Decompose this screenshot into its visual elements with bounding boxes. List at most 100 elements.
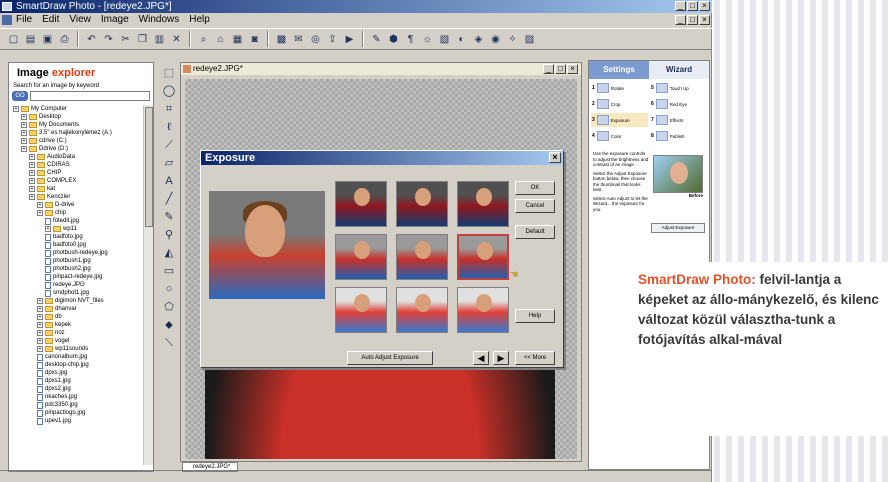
expand-icon[interactable]: +	[29, 162, 35, 168]
home-icon[interactable]: ⌂	[213, 32, 228, 47]
dialog-close-button[interactable]: ×	[549, 152, 561, 163]
polygon-icon[interactable]: ⬠	[162, 300, 176, 314]
wizard-step-exposure[interactable]: 3 Exposure	[591, 113, 648, 127]
sun-icon[interactable]: ☼	[420, 32, 435, 47]
exposure-thumbnail[interactable]	[335, 181, 387, 227]
tree-file-item[interactable]: nkaches.jpg	[13, 393, 141, 401]
close-button[interactable]: ×	[699, 1, 710, 11]
tree-folder-item[interactable]: + Ddrive (D:)	[13, 145, 141, 153]
tree-file-item[interactable]: fotedit.jpg	[13, 217, 141, 225]
brush-icon[interactable]: ✎	[369, 32, 384, 47]
eraser-icon[interactable]: ▱	[162, 156, 176, 170]
exposure-thumbnail[interactable]	[335, 287, 387, 333]
copy-icon[interactable]: ❐	[135, 32, 150, 47]
expand-icon[interactable]: +	[21, 138, 27, 144]
arrow-right-icon[interactable]: ▶	[493, 351, 509, 365]
color-icon[interactable]: ◈	[471, 32, 486, 47]
brush-tool-icon[interactable]: ⟍	[162, 336, 176, 350]
exposure-thumbnail-selected[interactable]	[457, 234, 509, 280]
rect-select-icon[interactable]: ⬚	[162, 66, 176, 80]
expand-icon[interactable]: +	[29, 154, 35, 160]
tree-folder-item[interactable]: + db	[13, 313, 141, 321]
expand-icon[interactable]: +	[37, 306, 43, 312]
tree-folder-item[interactable]: + COMPLEX	[13, 177, 141, 185]
tree-folder-item[interactable]: + My Documents	[13, 121, 141, 129]
expand-icon[interactable]: +	[37, 314, 43, 320]
mdi-minimize-button[interactable]: _	[675, 15, 686, 25]
tree-folder-item[interactable]: + kepek	[13, 321, 141, 329]
lasso-icon[interactable]: ℓ	[162, 120, 176, 134]
tree-folder-item[interactable]: + Kenczler	[13, 193, 141, 201]
expand-icon[interactable]: +	[29, 194, 35, 200]
line-tool-icon[interactable]: ╱	[162, 192, 176, 206]
expand-icon[interactable]: +	[37, 338, 43, 344]
adjust-exposure-button[interactable]: Adjust Exposure	[651, 223, 705, 233]
contrast-icon[interactable]: ◐	[454, 32, 469, 47]
camera-icon[interactable]: ◙	[247, 32, 262, 47]
bucket-icon[interactable]: ◭	[162, 246, 176, 260]
go-button[interactable]: GO	[12, 91, 28, 101]
exposure-thumbnail[interactable]	[457, 181, 509, 227]
tree-folder-item[interactable]: + kat	[13, 185, 141, 193]
tree-file-item[interactable]: photbush-redeye.jpg	[13, 249, 141, 257]
fill-icon[interactable]: ⬥	[162, 318, 176, 332]
explorer-scrollbar[interactable]	[143, 105, 153, 465]
expand-icon[interactable]: +	[37, 330, 43, 336]
keyword-search-input[interactable]	[30, 91, 150, 101]
tab-wizard[interactable]: Wizard	[649, 61, 709, 79]
print-icon[interactable]: ⎙	[57, 32, 72, 47]
menu-image[interactable]: Image	[101, 13, 129, 27]
exposure-thumbnail[interactable]	[335, 234, 387, 280]
tree-file-item[interactable]: photbush2.jpg	[13, 265, 141, 273]
auto-adjust-exposure-button[interactable]: Auto Adjust Exposure	[347, 351, 433, 365]
circle-icon[interactable]: ○	[162, 282, 176, 296]
rectangle-icon[interactable]: ▭	[162, 264, 176, 278]
expand-icon[interactable]: +	[37, 346, 43, 352]
tree-folder-item[interactable]: + D-drive	[13, 201, 141, 209]
wand-icon[interactable]: ✧	[505, 32, 520, 47]
expand-icon[interactable]: +	[21, 146, 27, 152]
tree-file-item[interactable]: dpxs.jpg	[13, 369, 141, 377]
gallery-icon[interactable]: ▦	[230, 32, 245, 47]
exposure-thumbnail[interactable]	[457, 287, 509, 333]
expand-icon[interactable]: +	[21, 122, 27, 128]
tree-folder-item[interactable]: + digimon NVT_files	[13, 297, 141, 305]
tree-file-item[interactable]: upev1.jpg	[13, 417, 141, 425]
minimize-button[interactable]: _	[675, 1, 686, 11]
wizard-step-red-eye[interactable]: 6 Red Eye	[650, 97, 707, 111]
eyedropper-icon[interactable]: ⟋	[162, 138, 176, 152]
tree-file-item[interactable]: smdphot1.jpg	[13, 289, 141, 297]
default-button[interactable]: Default	[515, 225, 555, 239]
scrollbar-thumb[interactable]	[145, 107, 153, 227]
text-tool-icon[interactable]: A	[162, 174, 176, 188]
tree-folder-item[interactable]: + AudioData	[13, 153, 141, 161]
delete-icon[interactable]: ✕	[169, 32, 184, 47]
tree-folder-item[interactable]: + CDIRAS	[13, 161, 141, 169]
wizard-step-crop[interactable]: 2 Crop	[591, 97, 648, 111]
expand-icon[interactable]: +	[29, 186, 35, 192]
tree-file-item[interactable]: badfoto0.jpg	[13, 241, 141, 249]
tree-folder-item[interactable]: + Desktop	[13, 113, 141, 121]
arrow-left-icon[interactable]: ◀	[473, 351, 489, 365]
redeye-icon[interactable]: ◉	[488, 32, 503, 47]
expand-icon[interactable]: +	[21, 114, 27, 120]
tree-file-item[interactable]: pdc3350.jpg	[13, 401, 141, 409]
exposure-thumbnail[interactable]	[396, 287, 448, 333]
doc-maximize-button[interactable]: □	[555, 64, 566, 74]
tree-file-item[interactable]: canonalbum.jpg	[13, 353, 141, 361]
help-button[interactable]: Help	[515, 309, 555, 323]
tree-folder-item[interactable]: + chip	[13, 209, 141, 217]
paste-icon[interactable]: ▥	[152, 32, 167, 47]
undo-icon[interactable]: ↶	[84, 32, 99, 47]
ok-button[interactable]: OK	[515, 181, 555, 195]
cut-icon[interactable]: ✂	[118, 32, 133, 47]
zoom-icon[interactable]: ⌕	[196, 32, 211, 47]
tree-folder-item[interactable]: + wp11	[13, 225, 141, 233]
wizard-step-touch-up[interactable]: 5 Touch Up	[650, 81, 707, 95]
menu-file[interactable]: File	[16, 13, 32, 27]
crop-icon[interactable]: ⌗	[162, 102, 176, 116]
tree-folder-item[interactable]: + noz	[13, 329, 141, 337]
expand-icon[interactable]: +	[37, 322, 43, 328]
tree-folder-item[interactable]: + wp11sounds	[13, 345, 141, 353]
expand-icon[interactable]: +	[45, 226, 51, 232]
